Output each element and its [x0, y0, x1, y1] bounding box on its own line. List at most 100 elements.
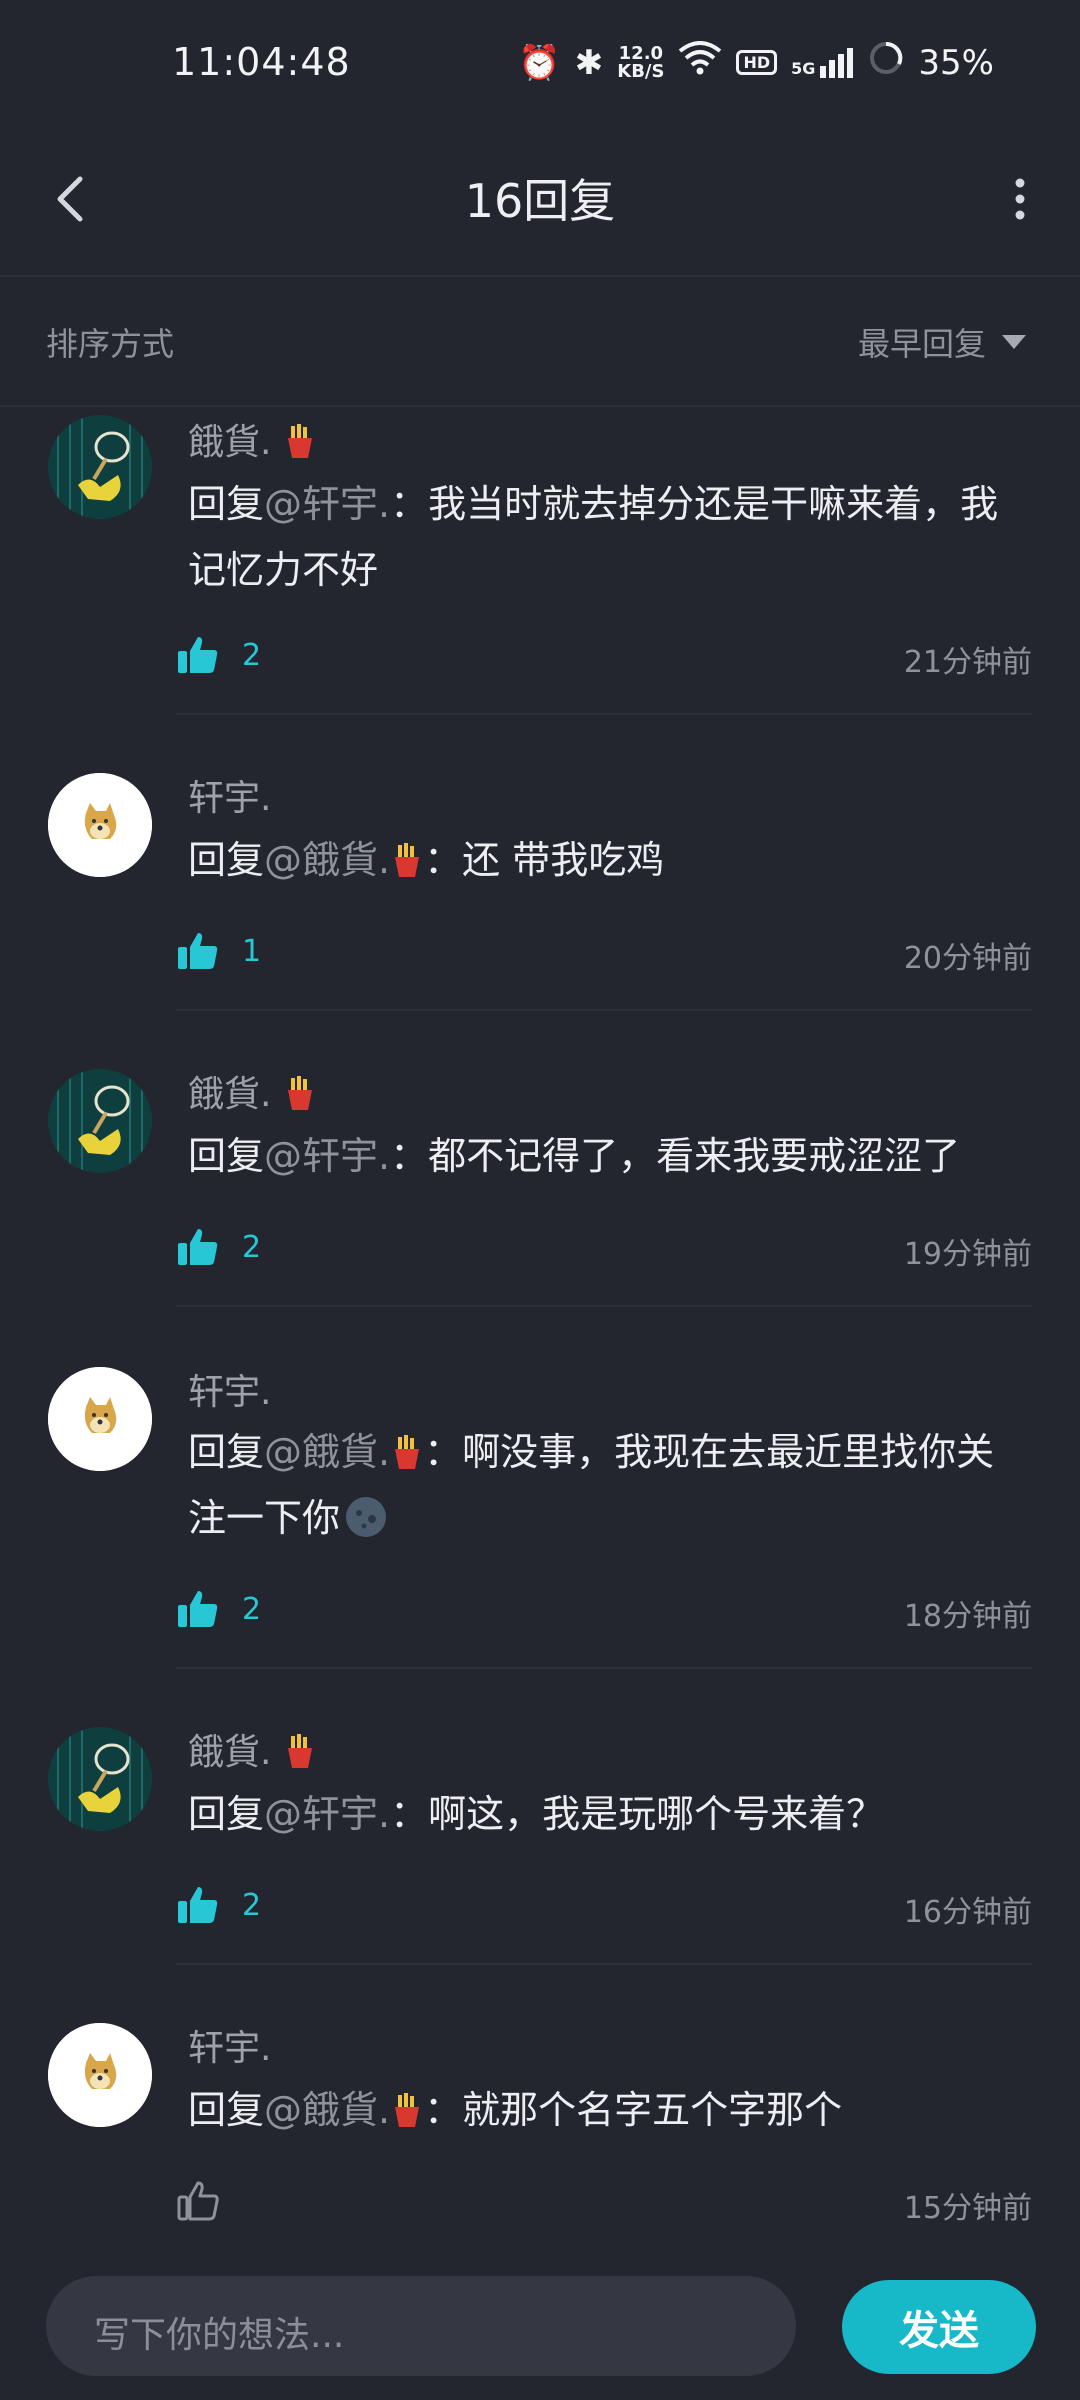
reply-content: 回复@轩宇.：都不记得了，看来我要戒涩涩了 [188, 1123, 1032, 1189]
reply-prefix: 回复 [188, 838, 265, 882]
doge-avatar-icon [48, 2023, 152, 2127]
sort-value: 最早回复 [857, 325, 986, 363]
net-avatar-icon [48, 415, 152, 519]
like-count: 2 [242, 1887, 262, 1923]
fries-emoji-icon [287, 1734, 312, 1768]
battery-percent: 35% [918, 42, 994, 83]
reply-content: 回复@轩宇.：我当时就去掉分还是干嘛来着，我记忆力不好 [188, 471, 1032, 603]
doge-avatar-icon [48, 773, 152, 877]
like-count: 2 [242, 1591, 262, 1627]
author-name: 轩宇. [188, 2028, 272, 2069]
like-button[interactable]: 2 [176, 1587, 261, 1631]
comment-composer: 写下你的想法... 发送 [0, 2250, 1080, 2400]
reply-prefix: 回复 [188, 1134, 265, 1178]
reply-author[interactable]: 轩宇. [188, 769, 271, 821]
like-button[interactable]: 2 [176, 1225, 261, 1269]
mention-text: @餓貨. [264, 1430, 391, 1474]
reply-prefix: 回复 [188, 1430, 265, 1474]
status-time: 11:04:48 [172, 40, 351, 84]
like-button[interactable] [176, 2179, 242, 2223]
avatar[interactable] [48, 773, 152, 877]
fries-emoji-icon [395, 2093, 420, 2127]
avatar[interactable] [48, 2023, 152, 2127]
reply-item: 轩宇. 回复@餓貨. ：就那个名字五个字那个 15分钟前 [0, 1965, 1080, 2255]
caret-down-icon [1002, 335, 1026, 349]
avatar[interactable] [48, 1367, 152, 1471]
author-name: 餓貨. [188, 422, 272, 463]
author-name: 餓貨. [188, 1732, 272, 1773]
avatar[interactable] [48, 1727, 152, 1831]
reply-content: 回复@轩宇.：啊这，我是玩哪个号来着？ [188, 1781, 1032, 1847]
like-count: 1 [242, 933, 262, 969]
mention-link[interactable]: @轩宇. [264, 1134, 390, 1178]
author-name: 轩宇. [188, 778, 272, 819]
more-button[interactable] [990, 169, 1050, 229]
like-button[interactable]: 1 [176, 929, 261, 973]
mention-link[interactable]: @餓貨. [264, 838, 424, 882]
fries-emoji-icon [395, 1435, 420, 1469]
reply-time: 20分钟前 [903, 941, 1032, 976]
reply-text: ：还 带我吃鸡 [424, 838, 665, 882]
doge-avatar-icon [48, 1367, 152, 1471]
fries-emoji-icon [287, 424, 312, 458]
net-avatar-icon [48, 1069, 152, 1173]
status-icons: ⏰ ✱ 12.0 KB/S HD 5G 35% [518, 40, 994, 85]
reply-time: 18分钟前 [903, 1599, 1032, 1634]
hd-badge: HD [736, 50, 778, 75]
reply-prefix: 回复 [188, 1792, 265, 1836]
battery-ring-icon [868, 40, 904, 85]
signal-label: 5G [791, 58, 816, 78]
status-bar: 11:04:48 ⏰ ✱ 12.0 KB/S HD 5G 35% [0, 0, 1080, 135]
send-button[interactable]: 发送 [842, 2280, 1036, 2374]
reply-author[interactable]: 餓貨. [188, 1723, 317, 1775]
reply-list: 餓貨. 回复@轩宇.：我当时就去掉分还是干嘛来着，我记忆力不好 2 21分钟前 … [0, 405, 1080, 2255]
reply-time: 15分钟前 [903, 2191, 1032, 2226]
wifi-icon [678, 41, 722, 84]
reply-time: 19分钟前 [903, 1237, 1032, 1272]
thumbs-up-icon [178, 933, 218, 969]
fries-emoji-icon [395, 843, 420, 877]
thumbs-up-icon [178, 1591, 218, 1627]
author-name: 轩宇. [188, 1372, 272, 1413]
net-speed-unit: KB/S [617, 60, 665, 82]
comment-input[interactable]: 写下你的想法... [46, 2276, 796, 2376]
reply-item: 轩宇. 回复@餓貨. ：还 带我吃鸡 1 20分钟前 [0, 715, 1080, 1011]
reply-author[interactable]: 餓貨. [188, 1065, 317, 1117]
author-name: 餓貨. [188, 1074, 272, 1115]
reply-prefix: 回复 [188, 2088, 265, 2132]
sort-dropdown[interactable]: 最早回复 [858, 319, 1026, 365]
reply-item: 轩宇. 回复@餓貨. ：啊没事，我现在去最近里找你关注一下你 2 18分钟前 [0, 1307, 1080, 1669]
sort-bar: 排序方式 最早回复 [0, 277, 1080, 407]
comment-placeholder: 写下你的想法... [94, 2315, 345, 2356]
reply-author[interactable]: 餓貨. [188, 413, 317, 465]
thumbs-up-icon [178, 637, 218, 673]
mention-text: @餓貨. [264, 838, 391, 882]
reply-author[interactable]: 轩宇. [188, 2019, 271, 2071]
reply-content: 回复@餓貨. ：还 带我吃鸡 [188, 827, 1032, 893]
reply-time: 21分钟前 [903, 645, 1032, 680]
mention-link[interactable]: @餓貨. [264, 1430, 424, 1474]
fries-emoji-icon [287, 1076, 312, 1110]
avatar[interactable] [48, 1069, 152, 1173]
mention-text: @餓貨. [264, 2088, 391, 2132]
moon-face-emoji-icon [346, 1497, 387, 1537]
reply-item: 餓貨. 回复@轩宇.：都不记得了，看来我要戒涩涩了 2 19分钟前 [0, 1011, 1080, 1307]
alarm-icon: ⏰ [518, 42, 561, 83]
reply-author[interactable]: 轩宇. [188, 1363, 271, 1415]
reply-text: ：都不记得了，看来我要戒涩涩了 [390, 1134, 961, 1178]
net-speed-value: 12.0 [618, 42, 664, 64]
reply-content: 回复@餓貨. ：啊没事，我现在去最近里找你关注一下你 [188, 1419, 1032, 1551]
net-speed: 12.0 KB/S [617, 42, 665, 82]
like-button[interactable]: 2 [176, 1883, 261, 1927]
mention-link[interactable]: @轩宇. [264, 482, 390, 526]
reply-content: 回复@餓貨. ：就那个名字五个字那个 [188, 2077, 1032, 2143]
like-button[interactable]: 2 [176, 633, 261, 677]
net-avatar-icon [48, 1727, 152, 1831]
page-title: 16回复 [464, 174, 616, 228]
reply-item: 餓貨. 回复@轩宇.：啊这，我是玩哪个号来着？ 2 16分钟前 [0, 1669, 1080, 1965]
avatar[interactable] [48, 415, 152, 519]
mention-link[interactable]: @轩宇. [264, 1792, 390, 1836]
mention-link[interactable]: @餓貨. [264, 2088, 424, 2132]
like-count: 2 [242, 1229, 262, 1265]
thumbs-up-icon [178, 1887, 218, 1923]
